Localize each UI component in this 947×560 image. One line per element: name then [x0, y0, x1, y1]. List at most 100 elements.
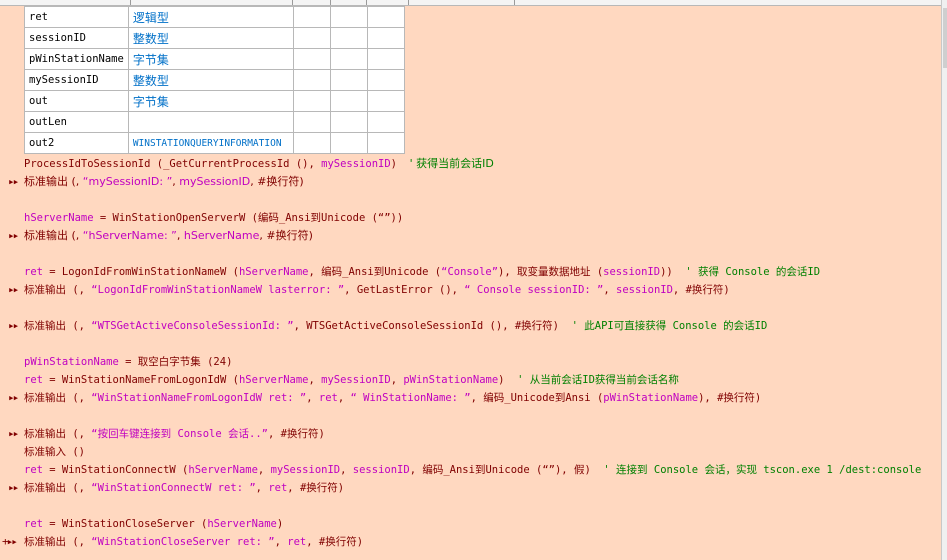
code-line[interactable]: 标准输出 (, “WinStationCloseServer ret: ”, r…: [24, 533, 363, 551]
output-line-marker-icon[interactable]: ▸▸: [8, 389, 22, 407]
variable-ref: ret: [24, 518, 43, 530]
code-text: 标准输出 (,: [24, 428, 92, 440]
table-row[interactable]: out2 WINSTATIONQUERYINFORMATION: [24, 132, 405, 154]
code-text: )): [660, 266, 686, 278]
table-row[interactable]: pWinStationName 字节集: [24, 48, 405, 70]
table-row[interactable]: sessionID 整数型: [24, 27, 405, 49]
table-cell[interactable]: [366, 6, 405, 28]
string-literal: “WinStationConnectW ret: ”: [91, 482, 256, 494]
table-cell[interactable]: [366, 132, 405, 154]
variable-ref: hServerName: [207, 518, 277, 530]
code-line[interactable]: pWinStationName = 取空白字节集 (24): [24, 353, 232, 371]
string-literal: “LogonIdFromWinStationNameW lasterror: ”: [91, 284, 345, 296]
var-type-cell[interactable]: 整数型: [127, 69, 294, 91]
code-line[interactable]: 标准输出 (, “hServerName: ”, hServerName, #换…: [24, 227, 313, 245]
output-line-marker-icon[interactable]: ▸▸: [8, 227, 22, 245]
var-name-cell[interactable]: out: [24, 90, 129, 112]
var-name-cell[interactable]: sessionID: [24, 27, 129, 49]
table-cell[interactable]: [292, 6, 331, 28]
table-cell[interactable]: [366, 69, 405, 91]
code-text: = WinStationCloseServer (: [42, 518, 208, 530]
code-text: , 编码_Ansi到Unicode (“”), 假): [409, 464, 604, 476]
code-line[interactable]: ret = WinStationConnectW (hServerName, m…: [24, 461, 921, 479]
table-cell[interactable]: [329, 90, 368, 112]
var-type-cell[interactable]: 字节集: [127, 90, 294, 112]
code-text: , #换行符): [267, 428, 325, 440]
table-cell[interactable]: [292, 27, 331, 49]
code-text: ): [276, 518, 284, 530]
var-type-cell[interactable]: 整数型: [127, 27, 294, 49]
code-text: ,: [306, 392, 319, 404]
table-cell[interactable]: [329, 111, 368, 133]
var-name-cell[interactable]: mySessionID: [24, 69, 129, 91]
var-type-cell[interactable]: 逻辑型: [127, 6, 294, 28]
vertical-scrollbar[interactable]: [941, 0, 947, 560]
variable-ref: ret: [318, 392, 338, 404]
table-cell[interactable]: [366, 111, 405, 133]
code-text: 标准输出 (,: [24, 392, 92, 404]
var-name-cell[interactable]: ret: [24, 6, 129, 28]
code-line[interactable]: 标准输出 (, “WinStationNameFromLogonIdW ret:…: [24, 389, 761, 407]
var-type-cell[interactable]: 字节集: [127, 48, 294, 70]
var-type-cell[interactable]: WINSTATIONQUERYINFORMATION: [127, 132, 294, 154]
add-line-marker-icon[interactable]: +▸▸: [2, 533, 22, 551]
var-name-cell[interactable]: outLen: [24, 111, 129, 133]
scrollbar-thumb[interactable]: [943, 8, 947, 68]
string-literal: “ WinStationName: ”: [350, 392, 471, 404]
table-cell[interactable]: [366, 90, 405, 112]
variable-ref: mySessionID: [321, 374, 391, 386]
table-cell[interactable]: [329, 69, 368, 91]
output-line-marker-icon[interactable]: ▸▸: [8, 281, 22, 299]
table-cell[interactable]: [329, 48, 368, 70]
code-comment: ' 此API可直接获得 Console 的会话ID: [571, 320, 768, 332]
code-text: ,: [255, 482, 269, 494]
table-row[interactable]: ret 逻辑型: [24, 6, 405, 28]
code-line[interactable]: ret = WinStationNameFromLogonIdW (hServe…: [24, 371, 679, 389]
code-text: , WTSGetActiveConsoleSessionId (), #换行符): [293, 320, 572, 332]
divider: [292, 0, 293, 5]
variable-table: ret 逻辑型 sessionID 整数型 pWinStationName 字节集 m…: [24, 6, 405, 154]
table-cell[interactable]: [292, 90, 331, 112]
code-text: 标准输出 (,: [24, 482, 92, 494]
code-line[interactable]: 标准输入 (): [24, 443, 85, 461]
table-cell[interactable]: [329, 6, 368, 28]
table-cell[interactable]: [292, 111, 331, 133]
table-cell[interactable]: [292, 132, 331, 154]
string-literal: “WinStationNameFromLogonIdW ret: ”: [91, 392, 307, 404]
var-type-cell[interactable]: [127, 111, 294, 133]
code-text: = WinStationNameFromLogonIdW (: [42, 374, 239, 386]
table-row[interactable]: mySessionID 整数型: [24, 69, 405, 91]
code-line[interactable]: 标准输出 (, “LogonIdFromWinStationNameW last…: [24, 281, 730, 299]
code-line[interactable]: 标准输出 (, “WinStationConnectW ret: ”, ret,…: [24, 479, 344, 497]
output-line-marker-icon[interactable]: ▸▸: [8, 317, 22, 335]
table-cell[interactable]: [292, 69, 331, 91]
output-line-marker-icon[interactable]: ▸▸: [8, 173, 22, 191]
variable-ref: pWinStationName: [603, 392, 699, 404]
variable-ref: hServerName: [238, 374, 309, 386]
table-row[interactable]: out 字节集: [24, 90, 405, 112]
table-cell[interactable]: [329, 27, 368, 49]
variable-ref: mySessionID: [270, 464, 341, 476]
code-line[interactable]: ret = WinStationCloseServer (hServerName…: [24, 515, 283, 533]
var-name-cell[interactable]: out2: [24, 132, 129, 154]
variable-ref: pWinStationName: [403, 374, 499, 386]
table-cell[interactable]: [366, 48, 405, 70]
code-line[interactable]: hServerName = WinStationOpenServerW (编码_…: [24, 209, 403, 227]
table-cell[interactable]: [366, 27, 405, 49]
output-line-marker-icon[interactable]: ▸▸: [8, 425, 22, 443]
code-text: 标准输出 (,: [24, 536, 92, 548]
code-text: = 取空白字节集 (24): [118, 356, 233, 368]
code-line[interactable]: 标准输出 (, “mySessionID: ”, mySessionID, #换…: [24, 173, 304, 191]
code-line[interactable]: ProcessIdToSessionId (_GetCurrentProcess…: [24, 155, 494, 173]
code-text: ,: [390, 374, 404, 386]
table-cell[interactable]: [329, 132, 368, 154]
code-line[interactable]: 标准输出 (, “按回车键连接到 Console 会话..”, #换行符): [24, 425, 325, 443]
code-line[interactable]: ret = LogonIdFromWinStationNameW (hServe…: [24, 263, 820, 281]
table-cell[interactable]: [292, 48, 331, 70]
var-name-cell[interactable]: pWinStationName: [24, 48, 129, 70]
code-text: ,: [603, 284, 617, 296]
table-row[interactable]: outLen: [24, 111, 405, 133]
output-line-marker-icon[interactable]: ▸▸: [8, 479, 22, 497]
string-literal: “WinStationCloseServer ret: ”: [91, 536, 275, 548]
code-line[interactable]: 标准输出 (, “WTSGetActiveConsoleSessionId: ”…: [24, 317, 767, 335]
